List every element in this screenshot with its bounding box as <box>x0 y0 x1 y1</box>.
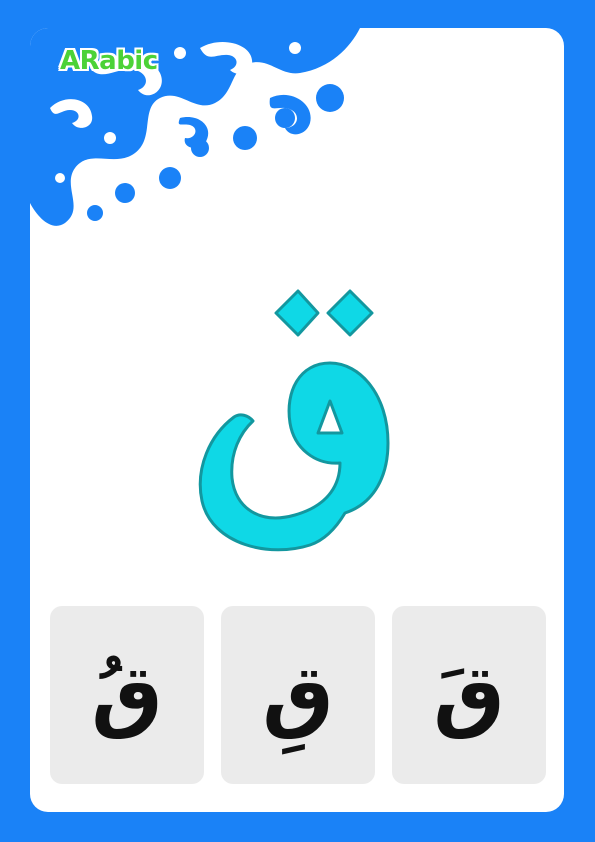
tile-qaf-kasra[interactable]: قِ <box>221 606 375 784</box>
brand-logo: ARabic <box>60 46 158 76</box>
main-letter-dots <box>274 289 374 337</box>
tile-letter: قُ <box>91 648 163 741</box>
tile-letter: قِ <box>262 648 334 741</box>
main-letter-qaf <box>198 289 390 552</box>
flashcard: ARabic قُ قِ قَ <box>30 28 564 812</box>
tile-qaf-damma[interactable]: قُ <box>50 606 204 784</box>
tile-qaf-fatha[interactable]: قَ <box>392 606 546 784</box>
tile-letter: قَ <box>433 648 505 741</box>
vowel-tiles: قُ قِ قَ <box>50 606 546 784</box>
main-letter-body <box>198 361 390 552</box>
